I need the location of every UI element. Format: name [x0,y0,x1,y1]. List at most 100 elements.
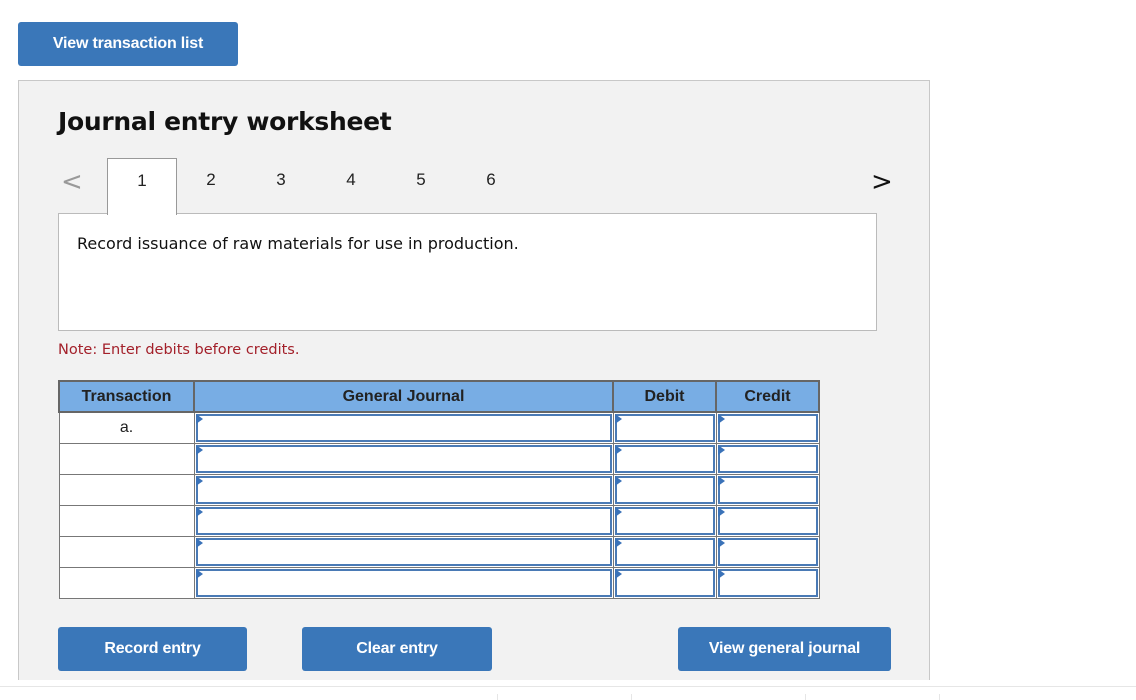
account-cell [193,504,614,537]
account-cell [193,535,614,568]
account-input[interactable] [197,477,610,502]
dropdown-indicator-icon [717,506,725,517]
credit-input-frame [717,537,818,566]
divider-tick [805,694,806,700]
transaction-cell [58,566,195,599]
credit-input[interactable] [719,477,816,502]
account-cell [193,442,614,475]
dropdown-indicator-icon [195,444,203,455]
debit-input[interactable] [616,416,713,440]
dropdown-indicator-icon [614,537,622,548]
debit-input-frame [614,444,715,473]
tab-4[interactable]: 4 [316,158,386,214]
dropdown-indicator-icon [717,414,725,424]
account-cell [193,411,614,444]
worksheet-title: Journal entry worksheet [58,107,392,136]
account-input[interactable] [197,508,610,533]
clear-entry-button[interactable]: Clear entry [302,627,492,671]
credit-input-frame [717,506,818,535]
tab-5[interactable]: 5 [386,158,456,214]
credit-input[interactable] [719,570,816,595]
credit-input[interactable] [719,416,816,440]
account-cell [193,473,614,506]
journal-table: Transaction General Journal Debit Credit… [58,380,820,599]
debit-input[interactable] [616,539,713,564]
credit-input[interactable] [719,539,816,564]
account-input-frame [195,475,612,504]
debit-input[interactable] [616,477,713,502]
dropdown-indicator-icon [717,537,725,548]
credit-cell [715,504,820,537]
dropdown-indicator-icon [717,568,725,579]
transaction-cell [58,473,195,506]
table-row [58,442,820,475]
account-input[interactable] [197,446,610,471]
account-input[interactable] [197,539,610,564]
transaction-description-box: Record issuance of raw materials for use… [58,213,877,331]
credit-cell [715,566,820,599]
credit-input[interactable] [719,446,816,471]
chevron-right-icon[interactable]: > [871,167,893,197]
view-transaction-list-button[interactable]: View transaction list [18,22,238,66]
debit-input-frame [614,568,715,597]
dropdown-indicator-icon [195,537,203,548]
dropdown-indicator-icon [195,506,203,517]
transaction-cell [58,535,195,568]
credit-input-frame [717,444,818,473]
dropdown-indicator-icon [614,414,622,424]
dropdown-indicator-icon [195,475,203,486]
tab-6[interactable]: 6 [456,158,526,214]
divider-tick [939,694,940,700]
note-text: Note: Enter debits before credits. [58,342,300,358]
chevron-left-icon[interactable]: < [61,167,83,197]
account-input[interactable] [197,570,610,595]
debit-input[interactable] [616,570,713,595]
credit-input[interactable] [719,508,816,533]
tab-2[interactable]: 2 [176,158,246,214]
tab-1[interactable]: 1 [107,158,177,215]
dropdown-indicator-icon [614,568,622,579]
tab-3[interactable]: 3 [246,158,316,214]
account-input-frame [195,506,612,535]
debit-cell [612,411,717,444]
transaction-description: Record issuance of raw materials for use… [77,234,519,253]
divider-tick [631,694,632,700]
record-entry-button[interactable]: Record entry [58,627,247,671]
debit-input-frame [614,414,715,442]
debit-cell [612,566,717,599]
header-debit: Debit [612,380,717,413]
dropdown-indicator-icon [614,506,622,517]
debit-cell [612,504,717,537]
dropdown-indicator-icon [195,414,203,424]
dropdown-indicator-icon [614,475,622,486]
divider-tick [497,694,498,700]
table-row [58,504,820,537]
account-input-frame [195,444,612,473]
view-general-journal-button[interactable]: View general journal [678,627,891,671]
credit-cell [715,442,820,475]
credit-cell [715,535,820,568]
dropdown-indicator-icon [717,475,725,486]
debit-cell [612,535,717,568]
debit-input[interactable] [616,446,713,471]
header-credit: Credit [715,380,820,413]
page-divider [0,686,1136,687]
table-row [58,473,820,506]
dropdown-indicator-icon [195,568,203,579]
credit-cell [715,473,820,506]
transaction-cell [58,442,195,475]
table-header-row: Transaction General Journal Debit Credit [58,380,820,413]
debit-cell [612,442,717,475]
debit-input-frame [614,537,715,566]
dropdown-indicator-icon [614,444,622,455]
debit-input[interactable] [616,508,713,533]
header-general-journal: General Journal [193,380,614,413]
account-input[interactable] [197,416,610,440]
transaction-cell: a. [58,411,195,444]
table-row [58,535,820,568]
credit-cell [715,411,820,444]
transaction-cell [58,504,195,537]
account-input-frame [195,568,612,597]
table-row [58,566,820,599]
account-cell [193,566,614,599]
